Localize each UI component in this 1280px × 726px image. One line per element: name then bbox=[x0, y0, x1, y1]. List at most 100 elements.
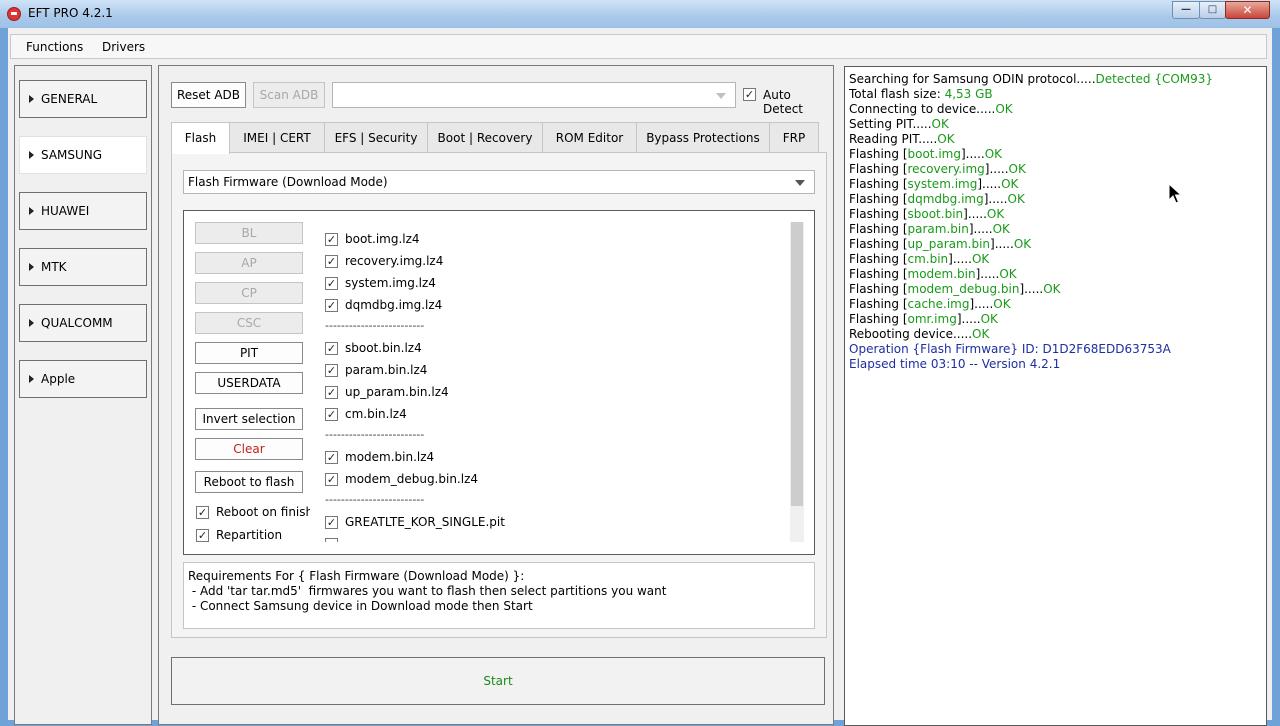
sidebar-item-label: QUALCOMM bbox=[41, 316, 113, 330]
partition-box: BL AP CP CSC PIT USERDATA Invert selecti… bbox=[183, 210, 815, 555]
reboot-on-finish-checkbox[interactable]: ✓ bbox=[196, 506, 209, 519]
sidebar-item-qualcomm[interactable]: QUALCOMM bbox=[19, 304, 147, 342]
partition-checkbox[interactable]: ✓ bbox=[325, 255, 338, 268]
log-line: Total flash size: 4,53 GB bbox=[849, 87, 993, 101]
menu-functions[interactable]: Functions bbox=[26, 40, 83, 54]
log-line: Flashing [system.img].....OK bbox=[849, 177, 1019, 191]
partition-list-scrollbar[interactable] bbox=[790, 222, 804, 542]
sidebar-item-label: SAMSUNG bbox=[41, 148, 103, 162]
close-button[interactable]: ✕ bbox=[1225, 1, 1270, 19]
partition-checkbox[interactable]: ✓ bbox=[325, 277, 338, 290]
app-logo-icon bbox=[7, 7, 21, 21]
partition-checkbox[interactable]: ✓ bbox=[325, 364, 338, 377]
log-line: Flashing [modem.bin].....OK bbox=[849, 267, 1017, 281]
sidebar-item-mtk[interactable]: MTK bbox=[19, 248, 147, 286]
reset-adb-button[interactable]: Reset ADB bbox=[171, 82, 246, 108]
sidebar-item-label: MTK bbox=[41, 260, 67, 274]
partition-separator: ------------------------- bbox=[325, 493, 425, 506]
partition-separator: ------------------------- bbox=[325, 428, 425, 441]
minimize-button[interactable]: — bbox=[1172, 1, 1200, 19]
flash-mode-select[interactable]: Flash Firmware (Download Mode) bbox=[183, 170, 815, 194]
requirements-box: Requirements For { Flash Firmware (Downl… bbox=[183, 562, 815, 629]
window-title: EFT PRO 4.2.1 bbox=[28, 6, 113, 20]
log-line: Flashing [omr.img].....OK bbox=[849, 312, 998, 326]
partition-checkbox[interactable]: ✓ bbox=[325, 408, 338, 421]
tab-bypass-protections[interactable]: Bypass Protections bbox=[636, 122, 770, 153]
partition-list: ✓ boot.img.lz4 ✓ recovery.img.lz4 ✓ system.… bbox=[310, 222, 790, 542]
log-line: Flashing [param.bin].....OK bbox=[849, 222, 1010, 236]
log-line: Searching for Samsung ODIN protocol.....… bbox=[849, 72, 1214, 86]
userdata-button[interactable]: USERDATA bbox=[195, 372, 303, 394]
clear-button[interactable]: Clear bbox=[195, 438, 303, 460]
partition-label: up_param.bin.lz4 bbox=[345, 385, 449, 399]
auto-detect-checkbox[interactable]: ✓ bbox=[743, 88, 756, 101]
device-combo[interactable] bbox=[332, 82, 736, 108]
partition-label: sboot.bin.lz4 bbox=[345, 341, 422, 355]
menu-bar: Functions Drivers bbox=[10, 34, 1267, 59]
requirements-title: Requirements For { Flash Firmware (Downl… bbox=[188, 569, 525, 583]
pit-button[interactable]: PIT bbox=[195, 342, 303, 364]
log-elapsed-time: Elapsed time 03:10 -- Version 4.2.1 bbox=[849, 357, 1061, 371]
log-line: Reading PIT.....OK bbox=[849, 132, 955, 146]
partition-label: modem.bin.lz4 bbox=[345, 450, 435, 464]
log-line: Flashing [modem_debug.bin].....OK bbox=[849, 282, 1061, 296]
partition-label: GREATLTE_KOR_SINGLE.pit bbox=[345, 515, 505, 529]
log-line: Flashing [cache.img].....OK bbox=[849, 297, 1011, 311]
requirements-line: - Add 'tar tar.md5' firmwares you want t… bbox=[188, 584, 667, 598]
partition-label: modem_debug.bin.lz4 bbox=[345, 472, 479, 486]
auto-detect-label: Auto Detect bbox=[763, 88, 804, 116]
partition-checkbox[interactable]: ✓ bbox=[325, 386, 338, 399]
tab-frp[interactable]: FRP bbox=[769, 122, 819, 153]
tab-imei-cert[interactable]: IMEI | CERT bbox=[229, 122, 325, 153]
scrollbar-thumb[interactable] bbox=[791, 222, 803, 506]
partition-checkbox[interactable]: ✓ bbox=[325, 233, 338, 246]
cp-button[interactable]: CP bbox=[195, 282, 303, 304]
chevron-right-icon bbox=[29, 95, 34, 103]
log-line: Flashing [boot.img].....OK bbox=[849, 147, 1003, 161]
chevron-down-icon bbox=[716, 93, 726, 99]
bl-button[interactable]: BL bbox=[195, 222, 303, 244]
partition-checkbox[interactable]: ✓ bbox=[325, 516, 338, 529]
menu-drivers[interactable]: Drivers bbox=[102, 40, 145, 54]
repartition-label: Repartition bbox=[216, 528, 283, 542]
log-line: Setting PIT.....OK bbox=[849, 117, 949, 131]
ap-button[interactable]: AP bbox=[195, 252, 303, 274]
tab-efs-security[interactable]: EFS | Security bbox=[324, 122, 428, 153]
sidebar-item-label: Apple bbox=[41, 372, 76, 386]
log-operation-id: Operation {Flash Firmware} ID: D1D2F68ED… bbox=[849, 342, 1171, 356]
partition-checkbox[interactable]: ✓ bbox=[325, 342, 338, 355]
samsung-panel: Reset ADB Scan ADB ✓ Auto Detect Flash I… bbox=[158, 65, 834, 725]
brand-sidebar: GENERAL SAMSUNG HUAWEI MTK QUALCOMM Appl… bbox=[14, 65, 152, 725]
start-button[interactable]: Start bbox=[171, 657, 825, 705]
mouse-pointer-icon bbox=[1168, 183, 1182, 204]
partition-label: dqmdbg.img.lz4 bbox=[345, 298, 443, 312]
partition-checkbox[interactable]: ✓ bbox=[325, 299, 338, 312]
sidebar-item-label: GENERAL bbox=[41, 92, 98, 106]
main-window: Functions Drivers GENERAL SAMSUNG HUAWEI… bbox=[8, 28, 1272, 726]
reboot-to-flash-button[interactable]: Reboot to flash bbox=[195, 471, 303, 493]
partition-checkbox[interactable]: ✓ bbox=[325, 451, 338, 464]
scan-adb-button[interactable]: Scan ADB bbox=[253, 82, 325, 108]
repartition-checkbox[interactable]: ✓ bbox=[196, 529, 209, 542]
csc-button[interactable]: CSC bbox=[195, 312, 303, 334]
sidebar-item-apple[interactable]: Apple bbox=[19, 360, 147, 398]
partition-checkbox[interactable] bbox=[325, 538, 338, 542]
tab-boot-recovery[interactable]: Boot | Recovery bbox=[427, 122, 543, 153]
tab-flash[interactable]: Flash bbox=[171, 122, 230, 154]
sidebar-item-samsung[interactable]: SAMSUNG bbox=[19, 136, 147, 174]
maximize-button[interactable]: □ bbox=[1199, 1, 1226, 19]
log-panel: Searching for Samsung ODIN protocol.....… bbox=[844, 66, 1267, 726]
sidebar-item-label: HUAWEI bbox=[41, 204, 90, 218]
title-bar: EFT PRO 4.2.1 — □ ✕ bbox=[0, 0, 1280, 28]
partition-label: recovery.img.lz4 bbox=[345, 254, 444, 268]
tab-rom-editor[interactable]: ROM Editor bbox=[542, 122, 637, 153]
log-line: Flashing [dqmdbg.img].....OK bbox=[849, 192, 1025, 206]
partition-checkbox[interactable]: ✓ bbox=[325, 473, 338, 486]
invert-selection-button[interactable]: Invert selection bbox=[195, 408, 303, 430]
chevron-right-icon bbox=[29, 375, 34, 383]
log-line: Flashing [cm.bin].....OK bbox=[849, 252, 990, 266]
partition-separator: ------------------------- bbox=[325, 319, 425, 332]
log-line: Rebooting device.....OK bbox=[849, 327, 990, 341]
sidebar-item-huawei[interactable]: HUAWEI bbox=[19, 192, 147, 230]
sidebar-item-general[interactable]: GENERAL bbox=[19, 80, 147, 118]
